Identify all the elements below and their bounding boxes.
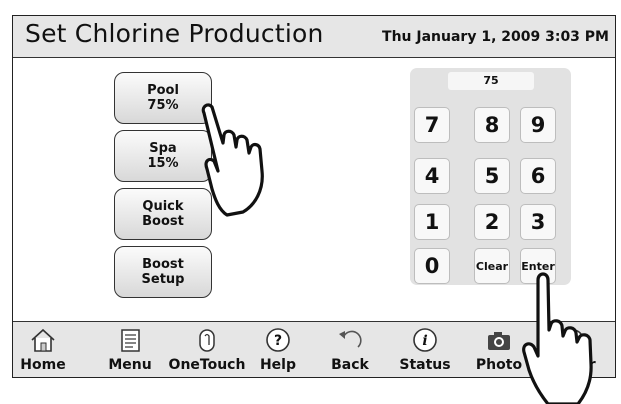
help-icon: ? (266, 328, 290, 352)
touchscreen: Set Chlorine Production Thu January 1, 2… (12, 15, 616, 378)
page-title: Set Chlorine Production (25, 19, 324, 48)
nav-status[interactable]: i Status (395, 322, 455, 377)
key-5[interactable]: 5 (474, 158, 510, 194)
key-1[interactable]: 1 (414, 204, 450, 240)
keypad-display: 75 (448, 72, 534, 90)
quick-boost-button[interactable]: Quick Boost (114, 188, 212, 240)
boost-setup-button[interactable]: Boost Setup (114, 246, 212, 298)
key-8[interactable]: 8 (474, 107, 510, 143)
nav-back[interactable]: Back (323, 322, 377, 377)
nav-label-timer: Timer (550, 357, 596, 373)
timer-icon (562, 329, 584, 351)
bottom-nav-bar: Home Menu OneTouch ? Help Back i Status … (13, 321, 615, 377)
main-content: Pool 75% Spa 15% Quick Boost Boost Setup… (13, 58, 615, 321)
pool-button[interactable]: Pool 75% (114, 72, 212, 124)
nav-home[interactable]: Home (13, 322, 73, 377)
nav-help[interactable]: ? Help (253, 322, 303, 377)
key-2[interactable]: 2 (474, 204, 510, 240)
enter-key[interactable]: Enter (520, 248, 556, 284)
key-3[interactable]: 3 (520, 204, 556, 240)
key-9[interactable]: 9 (520, 107, 556, 143)
back-icon (339, 330, 362, 348)
svg-text:i: i (422, 333, 427, 349)
status-icon: i (413, 328, 437, 352)
key-6[interactable]: 6 (520, 158, 556, 194)
nav-photo[interactable]: Photo (469, 322, 529, 377)
header-bar: Set Chlorine Production Thu January 1, 2… (13, 16, 615, 58)
numeric-keypad: 75 7 8 9 4 5 6 1 2 3 0 Clear Enter (410, 68, 571, 285)
svg-text:?: ? (274, 333, 282, 349)
key-4[interactable]: 4 (414, 158, 450, 194)
nav-timer[interactable]: Timer (543, 322, 603, 377)
spa-button[interactable]: Spa 15% (114, 130, 212, 182)
date-time: Thu January 1, 2009 3:03 PM (382, 29, 609, 45)
key-7[interactable]: 7 (414, 107, 450, 143)
key-0[interactable]: 0 (414, 248, 450, 284)
onetouch-icon (199, 329, 215, 352)
menu-icon (121, 329, 140, 352)
camera-icon (488, 332, 510, 350)
clear-key[interactable]: Clear (474, 248, 510, 284)
home-icon (31, 328, 55, 352)
